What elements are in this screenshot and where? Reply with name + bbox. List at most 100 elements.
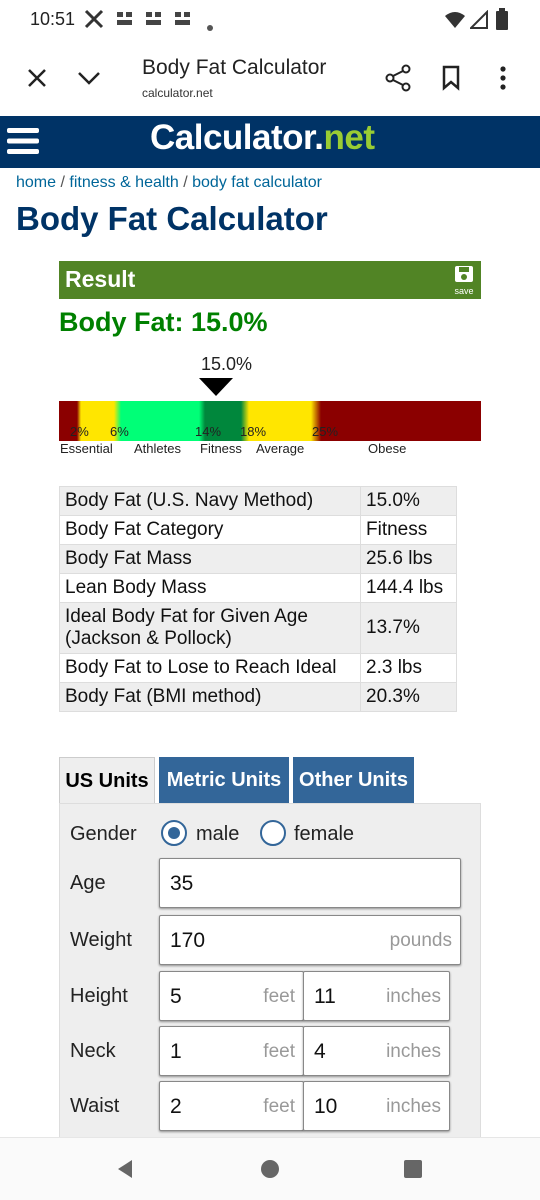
gender-male-label[interactable]: male — [196, 823, 239, 846]
browser-page-title: Body Fat Calculator — [142, 56, 327, 79]
site-logo[interactable]: Calculator.net — [150, 118, 375, 158]
recents-icon[interactable] — [396, 1152, 430, 1186]
age-value: 35 — [170, 872, 194, 895]
gender-female-label[interactable]: female — [294, 823, 354, 846]
close-icon[interactable] — [20, 61, 54, 95]
gauge-tick: 18% — [240, 424, 267, 439]
table-cell-value: 2.3 lbs — [360, 653, 457, 683]
table-cell-label: Body Fat to Lose to Reach Ideal — [59, 653, 361, 683]
bookmark-icon[interactable] — [434, 61, 468, 95]
notification-icon — [174, 10, 192, 33]
gender-male-radio[interactable] — [161, 820, 187, 846]
tab-metric-units[interactable]: Metric Units — [159, 757, 289, 804]
gauge-category: Obese — [368, 441, 407, 456]
gauge-category: Fitness — [200, 441, 242, 456]
table-row: Body Fat (U.S. Navy Method) 15.0% — [59, 486, 457, 516]
height-label: Height — [70, 985, 128, 1007]
table-cell-label: Body Fat (BMI method) — [59, 682, 361, 712]
chevron-down-icon[interactable] — [72, 61, 106, 95]
share-icon[interactable] — [381, 61, 415, 95]
wifi-icon — [444, 10, 466, 35]
save-icon — [455, 266, 473, 282]
table-row: Body Fat (BMI method) 20.3% — [59, 682, 457, 712]
table-cell-value: Fitness — [360, 515, 457, 545]
waist-inches-value: 10 — [314, 1095, 338, 1118]
age-label: Age — [70, 872, 106, 894]
table-row: Lean Body Mass 144.4 lbs — [59, 573, 457, 603]
battery-icon — [496, 8, 508, 35]
gauge-category: Average — [256, 441, 305, 456]
table-cell-value: 15.0% — [360, 486, 457, 516]
age-input[interactable]: 35 — [159, 858, 461, 908]
result-header-label: Result — [65, 266, 136, 292]
table-cell-value: 25.6 lbs — [360, 544, 457, 574]
table-cell-label: Lean Body Mass — [59, 573, 361, 603]
table-cell-label: Ideal Body Fat for Given Age (Jackson & … — [59, 602, 361, 654]
gender-female-radio[interactable] — [260, 820, 286, 846]
save-label: save — [454, 286, 474, 296]
table-cell-value: 144.4 lbs — [360, 573, 457, 603]
weight-value: 170 — [170, 929, 206, 952]
height-inches-unit: inches — [386, 986, 441, 1007]
weight-input[interactable]: 170 pounds — [159, 915, 461, 965]
status-bar: 10:51 — [0, 0, 540, 40]
table-row: Body Fat Mass 25.6 lbs — [59, 544, 457, 574]
gauge-marker-arrow — [199, 378, 233, 396]
height-feet-input[interactable]: 5 feet — [159, 971, 304, 1021]
tab-us-units[interactable]: US Units — [59, 757, 155, 804]
table-cell-label: Body Fat (U.S. Navy Method) — [59, 486, 361, 516]
table-row: Body Fat Category Fitness — [59, 515, 457, 545]
page-title: Body Fat Calculator — [16, 200, 328, 237]
neck-feet-input[interactable]: 1 feet — [159, 1026, 304, 1076]
breadcrumb-fitness[interactable]: fitness & health — [69, 174, 178, 191]
gender-label: Gender — [70, 823, 137, 845]
notification-icon — [116, 10, 134, 33]
height-feet-unit: feet — [263, 986, 295, 1007]
table-row: Body Fat to Lose to Reach Ideal 2.3 lbs — [59, 653, 457, 683]
x-app-icon — [84, 9, 104, 34]
hamburger-menu-icon[interactable] — [6, 124, 40, 158]
site-header: Calculator.net — [0, 116, 540, 168]
table-row: Ideal Body Fat for Given Age (Jackson & … — [59, 602, 457, 654]
height-inches-input[interactable]: 11 inches — [303, 971, 450, 1021]
save-button[interactable]: save — [451, 265, 477, 296]
gauge-tick: 25% — [312, 424, 339, 439]
browser-url: calculator.net — [142, 86, 213, 100]
signal-icon — [468, 9, 488, 35]
height-inches-value: 11 — [314, 985, 336, 1008]
tab-other-units[interactable]: Other Units — [293, 757, 414, 804]
body-fat-gauge: 15.0% 2% 6% 14% 18% 25% Essential Athlet… — [59, 350, 481, 460]
breadcrumb-current[interactable]: body fat calculator — [192, 174, 322, 191]
weight-unit: pounds — [389, 930, 452, 951]
body-fat-result: Body Fat: 15.0% — [59, 307, 268, 337]
weight-label: Weight — [70, 929, 132, 951]
gauge-category: Essential — [60, 441, 113, 456]
height-feet-value: 5 — [170, 985, 182, 1008]
breadcrumb-separator: / — [56, 174, 70, 191]
waist-label: Waist — [70, 1095, 120, 1117]
logo-main: Calculator — [150, 118, 315, 157]
neck-inches-unit: inches — [386, 1041, 441, 1062]
gauge-tick: 6% — [110, 424, 129, 439]
notification-icon — [145, 10, 163, 33]
waist-inches-input[interactable]: 10 inches — [303, 1081, 450, 1131]
back-icon[interactable] — [108, 1152, 142, 1186]
result-header: Result save — [59, 261, 481, 299]
breadcrumb: home / fitness & health / body fat calcu… — [16, 174, 322, 192]
gauge-category: Athletes — [134, 441, 181, 456]
waist-feet-input[interactable]: 2 feet — [159, 1081, 304, 1131]
waist-feet-unit: feet — [263, 1096, 295, 1117]
home-icon[interactable] — [253, 1152, 287, 1186]
breadcrumb-separator: / — [178, 174, 193, 191]
status-time: 10:51 — [30, 9, 76, 29]
neck-inches-input[interactable]: 4 inches — [303, 1026, 450, 1076]
more-icon[interactable] — [486, 61, 520, 95]
dot-icon — [206, 16, 214, 37]
table-cell-label: Body Fat Mass — [59, 544, 361, 574]
breadcrumb-home[interactable]: home — [16, 174, 56, 191]
gauge-marker-label: 15.0% — [201, 354, 253, 374]
gauge-tick: 14% — [195, 424, 222, 439]
neck-label: Neck — [70, 1040, 116, 1062]
system-nav-bar — [0, 1137, 540, 1200]
waist-inches-unit: inches — [386, 1096, 441, 1117]
